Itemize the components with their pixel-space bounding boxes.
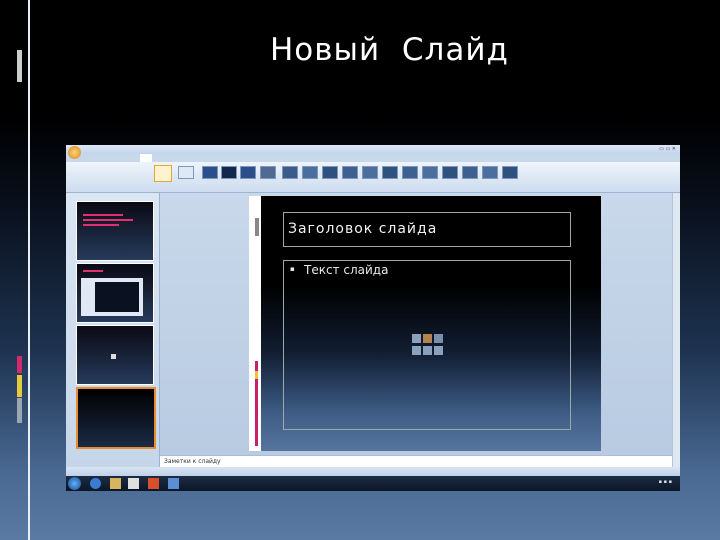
thumb-line bbox=[83, 270, 103, 272]
insert-table-icon[interactable] bbox=[412, 334, 421, 343]
tab-5[interactable] bbox=[162, 154, 173, 162]
body-placeholder[interactable]: ▪ Текст слайда bbox=[283, 260, 571, 430]
deco-block-grey-2 bbox=[17, 398, 22, 423]
content-insert-icons bbox=[412, 334, 443, 356]
insert-clipart-icon[interactable] bbox=[423, 346, 432, 355]
ribbon-item[interactable] bbox=[362, 166, 378, 179]
ribbon-item[interactable] bbox=[482, 166, 498, 179]
ribbon-item[interactable] bbox=[422, 166, 438, 179]
thumb-line bbox=[83, 219, 133, 221]
ribbon-item[interactable] bbox=[302, 166, 318, 179]
tab-1[interactable] bbox=[84, 154, 93, 162]
thumb-line bbox=[83, 214, 123, 216]
status-bar bbox=[66, 467, 680, 476]
ribbon-tabs bbox=[84, 154, 210, 162]
ribbon-item[interactable] bbox=[322, 166, 338, 179]
slide-title: Новый Слайд bbox=[270, 32, 509, 68]
thumb-screenshot bbox=[81, 278, 143, 316]
ribbon-item[interactable] bbox=[178, 166, 194, 179]
tab-3[interactable] bbox=[121, 154, 130, 162]
slides-panel bbox=[66, 193, 160, 467]
canvas-deco-yellow bbox=[255, 371, 258, 379]
ribbon-selected-item[interactable] bbox=[154, 165, 172, 182]
title-placeholder[interactable]: Заголовок слайда bbox=[283, 212, 571, 247]
slide-thumbnail-1[interactable] bbox=[76, 201, 154, 261]
tab-7[interactable] bbox=[205, 154, 209, 162]
thumb-line bbox=[83, 224, 119, 226]
folder-icon[interactable] bbox=[110, 478, 121, 489]
insert-smartart-icon[interactable] bbox=[434, 334, 443, 343]
powerpoint-icon[interactable] bbox=[148, 478, 159, 489]
ribbon-item[interactable] bbox=[342, 166, 358, 179]
slide-canvas[interactable]: Заголовок слайда ▪ Текст слайда bbox=[249, 196, 601, 451]
deco-block-grey bbox=[17, 50, 22, 82]
ribbon-item[interactable] bbox=[402, 166, 418, 179]
tab-active[interactable] bbox=[139, 154, 153, 162]
slide-left-rule bbox=[28, 0, 30, 540]
clock: ▪ ▪ ▪ bbox=[658, 479, 672, 485]
ribbon-item[interactable] bbox=[462, 166, 478, 179]
deco-block-yellow bbox=[17, 375, 22, 397]
media-player-icon[interactable] bbox=[128, 478, 139, 489]
windows-taskbar: ▪ ▪ ▪ bbox=[66, 476, 680, 491]
bullet-icon: ▪ bbox=[290, 265, 295, 273]
ribbon-item[interactable] bbox=[221, 166, 237, 179]
ribbon-item[interactable] bbox=[202, 166, 218, 179]
tab-2[interactable] bbox=[103, 154, 112, 162]
insert-picture-icon[interactable] bbox=[412, 346, 421, 355]
powerpoint-screenshot: ▭ ▭ ✕ Заголовок слайда ▪ Текст слайда За… bbox=[66, 145, 680, 491]
ribbon-item[interactable] bbox=[502, 166, 518, 179]
slide-thumbnail-4-selected[interactable] bbox=[76, 387, 156, 449]
ribbon-item[interactable] bbox=[260, 166, 276, 179]
window-titlebar: ▭ ▭ ✕ bbox=[66, 145, 680, 154]
insert-media-icon[interactable] bbox=[434, 346, 443, 355]
ribbon-item[interactable] bbox=[282, 166, 298, 179]
canvas-deco-grey bbox=[255, 218, 259, 236]
notes-placeholder: Заметки к слайду bbox=[164, 458, 221, 465]
thumb-inner bbox=[95, 282, 139, 312]
explorer-icon[interactable] bbox=[90, 478, 101, 489]
insert-chart-icon[interactable] bbox=[423, 334, 432, 343]
app-icon[interactable] bbox=[168, 478, 179, 489]
ribbon-item[interactable] bbox=[442, 166, 458, 179]
deco-block-pink bbox=[17, 356, 22, 373]
vertical-scrollbar[interactable] bbox=[672, 193, 680, 467]
ribbon-item[interactable] bbox=[382, 166, 398, 179]
window-controls[interactable]: ▭ ▭ ✕ bbox=[659, 146, 676, 152]
title-placeholder-text: Заголовок слайда bbox=[288, 221, 438, 237]
ribbon bbox=[66, 162, 680, 193]
ribbon-item[interactable] bbox=[240, 166, 256, 179]
office-button-icon[interactable] bbox=[68, 146, 81, 159]
tab-6[interactable] bbox=[184, 154, 195, 162]
slide-thumbnail-2[interactable] bbox=[76, 263, 154, 323]
body-placeholder-text: Текст слайда bbox=[304, 263, 389, 277]
start-button-icon[interactable] bbox=[68, 477, 81, 490]
thumb-object bbox=[111, 354, 116, 359]
slide-thumbnail-3[interactable] bbox=[76, 325, 154, 385]
